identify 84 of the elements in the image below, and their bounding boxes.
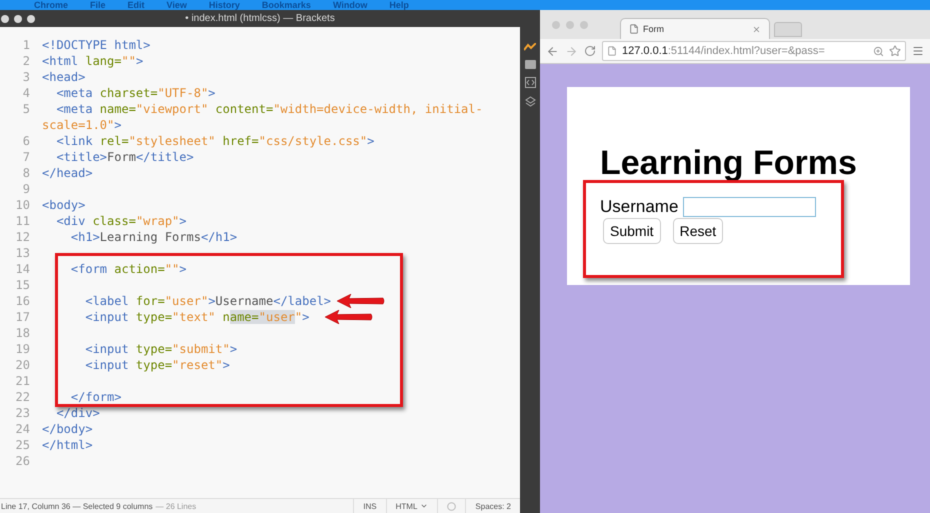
caret-icon [420,502,428,510]
code-line: </html> [42,438,93,452]
line-number: 25 [14,438,31,452]
line-number: 6 [22,134,31,148]
arrow-icon [325,310,373,324]
menu-item[interactable]: File [90,0,106,10]
line-number: 1 [22,38,31,52]
address-field[interactable]: 127.0.0.1:51144/index.html?user=&pass= [602,41,906,61]
line-number: 14 [14,262,31,276]
page-heading: Learning Forms [600,143,858,183]
code-line: <div class="wrap"> [55,214,187,228]
code-line: <!DOCTYPE html> [42,38,150,52]
line-number: 20 [14,358,31,372]
submit-button[interactable]: Submit [603,218,661,244]
code-line: <link rel="stylesheet" href="css/style.css"> [55,134,374,148]
line-number: 4 [22,86,31,100]
menu-item[interactable]: Edit [128,0,145,10]
lint-status-icon [447,502,456,510]
insert-mode[interactable]: INS [353,499,386,513]
line-number: 19 [14,342,31,356]
code-line: </body> [42,422,93,436]
menu-icon[interactable] [912,45,924,57]
line-number: 7 [22,150,31,164]
close-icon[interactable] [1,15,9,23]
code-line: <meta name="viewport" content="width=device-width, initial- [55,102,483,116]
code-line: <head> [42,70,86,84]
field-label: Username [600,197,678,217]
cursor-position: Line 17, Column 36 — Selected 9 columns [0,502,153,510]
code-line: <title>Form</title> [55,150,194,164]
line-number: 17 [14,310,31,324]
line-number: 24 [14,422,31,436]
line-number: 23 [14,406,31,420]
zoom-icon[interactable] [27,15,35,23]
reset-button[interactable]: Reset [672,218,724,244]
menu-item[interactable]: Chrome [34,0,68,10]
line-count: — 26 Lines [156,502,196,510]
reload-icon[interactable] [584,45,596,57]
line-number: 21 [14,374,31,388]
code-line: <input type="reset"> [84,358,230,372]
forward-icon[interactable] [565,44,578,58]
menu-item[interactable]: History [208,0,240,10]
menu-item[interactable]: Help [389,0,409,10]
page-icon [629,24,639,34]
code-line: </form> [70,390,122,404]
line-number: 10 [14,198,31,212]
code-icon[interactable] [524,77,536,88]
minimize-icon[interactable] [14,15,22,23]
menu-item[interactable]: Window [332,0,368,10]
line-number: 12 [14,230,31,244]
line-number: 9 [22,182,31,196]
line-number: 2 [22,54,31,68]
line-number: 5 [22,102,31,116]
browser-tab[interactable]: Form [620,18,770,39]
code-line: <html lang=""> [42,54,144,68]
back-icon[interactable] [546,44,559,58]
line-number: 13 [14,246,31,260]
line-number: 8 [22,166,31,180]
code-line: <h1>Learning Forms</h1> [70,230,238,244]
line-number: 11 [14,214,31,228]
line-number: 3 [22,70,31,84]
code-line: <input type="submit"> [84,342,238,356]
code-line: </head> [42,166,93,180]
live-preview-icon[interactable] [524,43,536,51]
menu-item[interactable]: View [166,0,187,10]
code-line: <input type="text" name="user"> [84,310,310,324]
line-number: 18 [14,326,31,340]
code-line: </div> [55,406,100,420]
username-field[interactable] [683,197,816,217]
layers-icon[interactable] [524,96,536,107]
line-number: 22 [14,390,31,404]
code-line: <meta charset="UTF-8"> [55,86,216,100]
menu-item[interactable]: Bookmarks [262,0,311,10]
page-icon [607,46,617,56]
code-line: scale=1.0"> [42,118,122,132]
line-number: 16 [14,294,31,308]
code-line: <label for="user">Username</label> [84,294,332,308]
window-title: • index.html (htmlcss) — Brackets [185,13,335,24]
star-icon[interactable] [889,45,901,57]
line-number: 15 [14,278,31,292]
code-line: <form action=""> [70,262,187,276]
language-selector[interactable]: HTML [386,499,438,513]
line-number: 26 [14,454,31,468]
code-line: <body> [42,198,86,212]
arrow-icon [337,294,385,308]
